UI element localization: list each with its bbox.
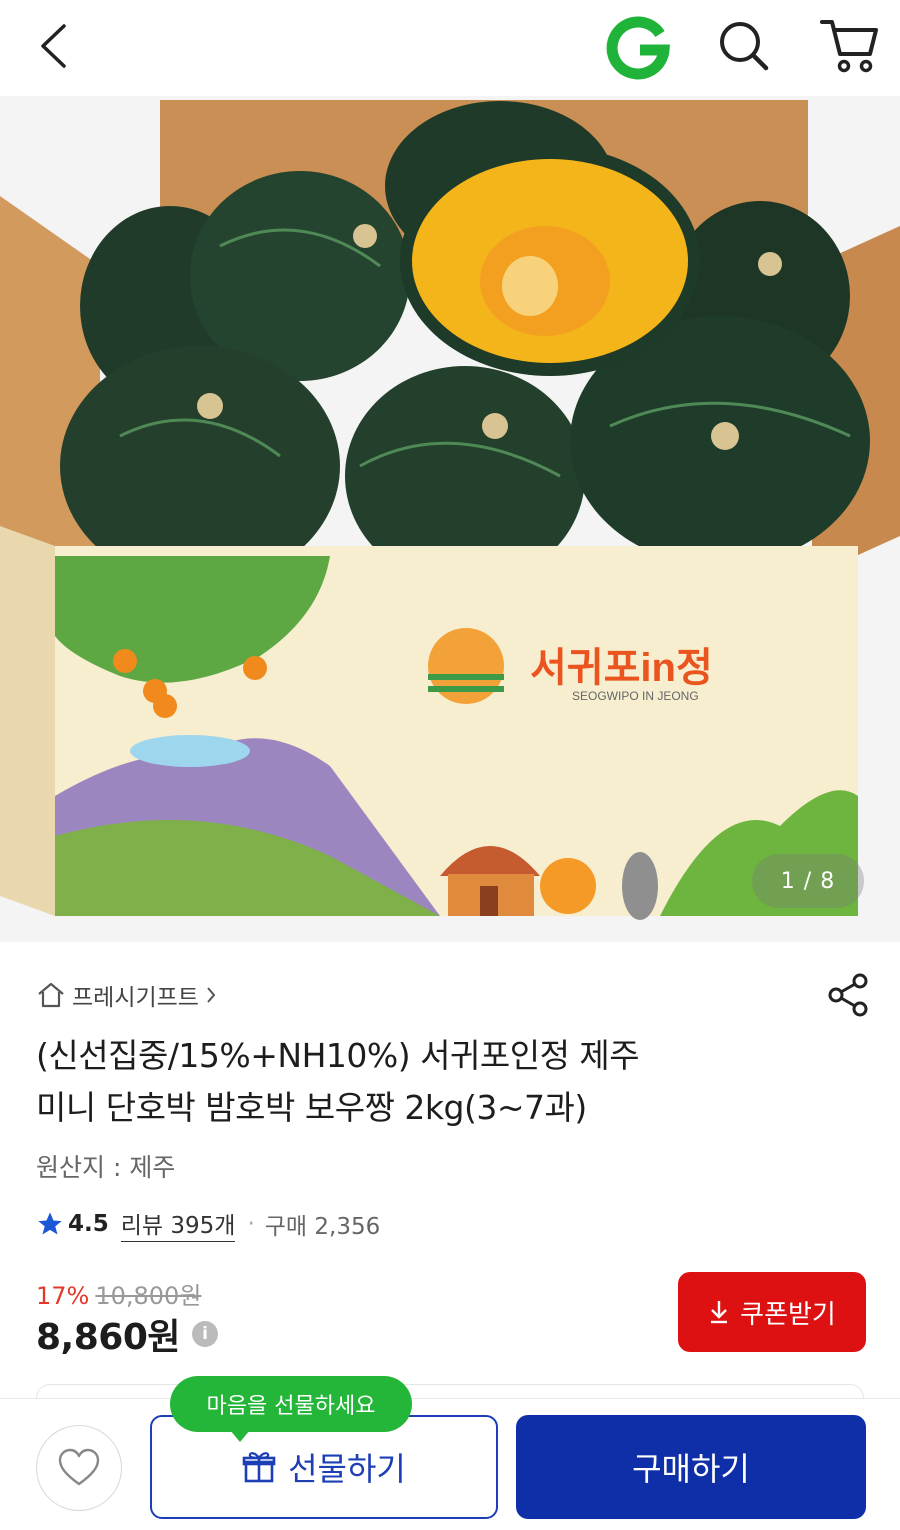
share-icon	[828, 973, 868, 1017]
top-nav-bar	[0, 0, 900, 96]
share-button[interactable]	[826, 972, 870, 1018]
coupon-download-button[interactable]: 쿠폰받기	[678, 1272, 866, 1352]
box-brand-logo	[428, 628, 504, 704]
download-icon	[711, 1301, 728, 1324]
wishlist-button[interactable]	[36, 1425, 122, 1511]
purchase-count: 구매 2,356	[264, 1214, 381, 1240]
rating-row: 4.5 리뷰 395개 · 구매 2,356	[36, 1206, 380, 1242]
discount-rate: 17%	[36, 1282, 90, 1310]
chevron-left-icon	[41, 24, 66, 68]
chevron-right-icon	[207, 987, 216, 1003]
heart-icon	[58, 1448, 100, 1486]
star-icon	[38, 1212, 62, 1235]
search-icon	[720, 22, 769, 71]
cart-button[interactable]	[816, 14, 882, 76]
box-brand-english: SEOGWIPO IN JEONG	[572, 689, 699, 703]
rating-value: 4.5	[68, 1211, 109, 1237]
product-origin: 원산지 : 제주	[36, 1153, 176, 1182]
separator-dot: ·	[247, 1211, 255, 1237]
cart-icon	[820, 20, 878, 73]
buy-button[interactable]: 구매하기	[516, 1415, 866, 1519]
product-photo: 서귀포in정 SEOGWIPO IN JEONG	[0, 96, 900, 942]
product-info-section: 프레시기프트 (신선집중/15%+NH10%) 서귀포인정 제주 미니 단호박 …	[0, 942, 900, 1402]
image-counter-badge: 1 / 8	[752, 854, 864, 908]
sale-price: 8,860원	[36, 1317, 181, 1358]
g-logo-icon	[606, 16, 670, 80]
gift-label: 선물하기	[288, 1450, 406, 1488]
discount-row: 17% 10,800원	[36, 1276, 201, 1311]
gift-tooltip: 마음을 선물하세요	[170, 1376, 412, 1442]
category-breadcrumb[interactable]: 프레시기프트	[36, 978, 217, 1012]
search-button[interactable]	[714, 16, 774, 76]
category-label: 프레시기프트	[72, 985, 199, 1011]
home-icon	[38, 982, 64, 1008]
product-image-carousel[interactable]: 서귀포in정 SEOGWIPO IN JEONG 1 / 8	[0, 96, 900, 942]
price-info-icon[interactable]: i	[192, 1321, 218, 1347]
bottom-action-bar: 선물하기 구매하기	[0, 1398, 900, 1530]
gift-icon	[242, 1452, 276, 1483]
product-title-line-1: (신선집중/15%+NH10%) 서귀포인정 제주	[36, 1036, 640, 1075]
gmarket-logo-button[interactable]	[606, 16, 670, 80]
coupon-label: 쿠폰받기	[740, 1299, 836, 1330]
review-count-link[interactable]: 리뷰 395개	[120, 1206, 236, 1242]
product-title-line-2: 미니 단호박 밤호박 보우짱 2kg(3~7과)	[36, 1088, 587, 1127]
price-row: 8,860원 i	[36, 1308, 218, 1360]
box-brand-text: 서귀포in정	[530, 646, 713, 690]
back-button[interactable]	[28, 18, 78, 74]
product-title: (신선집중/15%+NH10%) 서귀포인정 제주 미니 단호박 밤호박 보우짱…	[36, 1030, 836, 1134]
original-price: 10,800원	[95, 1282, 202, 1310]
